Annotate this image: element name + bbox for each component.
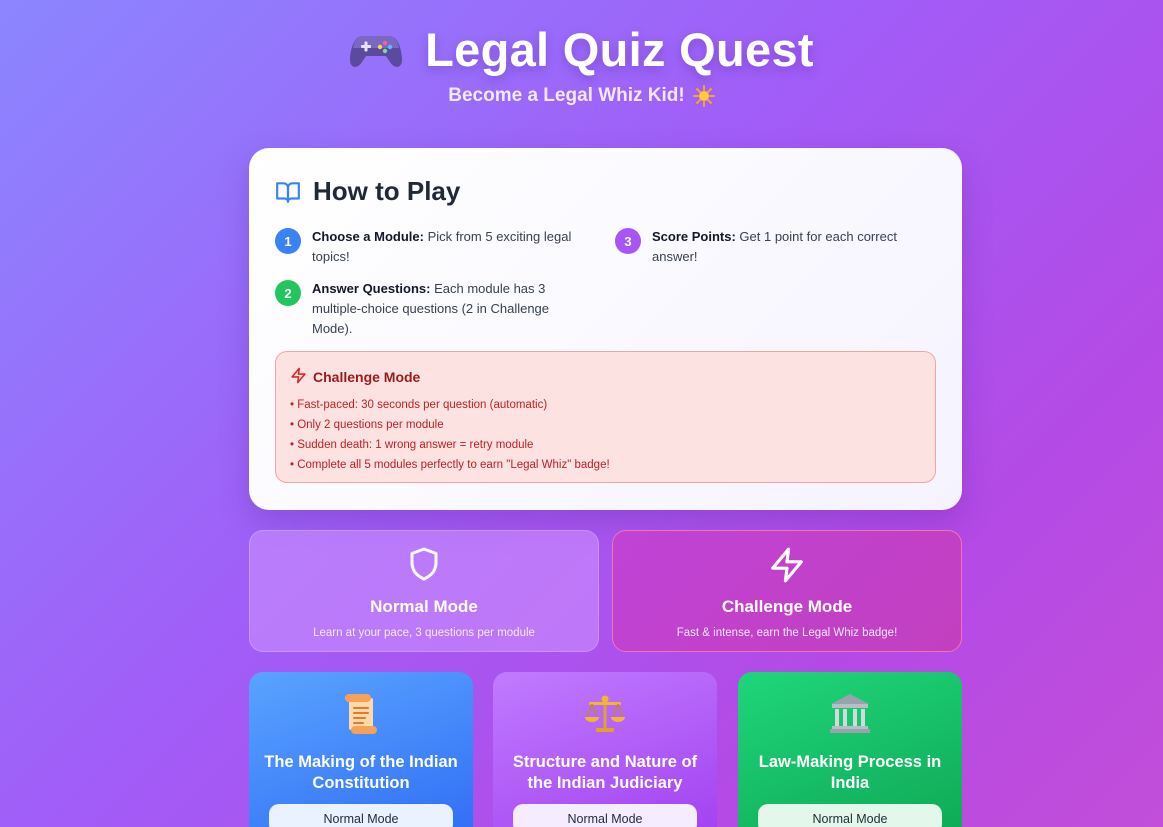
challenge-rule: • Complete all 5 modules perfectly to ea… bbox=[290, 459, 610, 471]
step-text: Answer Questions: Each module has 3 mult… bbox=[312, 279, 572, 339]
challenge-mode-info: Challenge Mode • Fast-paced: 30 seconds … bbox=[275, 351, 936, 483]
game-controller-icon bbox=[349, 28, 403, 72]
how-to-play-title: How to Play bbox=[313, 176, 461, 206]
step-label: Score Points: bbox=[652, 229, 736, 244]
step-number-badge: 1 bbox=[275, 228, 301, 254]
module-title: Structure and Nature of the Indian Judic… bbox=[512, 753, 698, 792]
lightning-icon bbox=[290, 367, 307, 387]
app-subtitle: Become a Legal Whiz Kid! bbox=[0, 85, 1163, 107]
module-mode-badge: Normal Mode bbox=[758, 804, 942, 827]
challenge-info-heading: Challenge Mode bbox=[290, 367, 921, 387]
step-label: Choose a Module: bbox=[312, 229, 424, 244]
step-answer-questions: 2 Answer Questions: Each module has 3 mu… bbox=[275, 279, 575, 339]
how-to-play-heading: How to Play bbox=[275, 176, 936, 207]
how-to-play-card: How to Play 1 Choose a Module: Pick from… bbox=[249, 148, 962, 510]
module-mode-badge: Normal Mode bbox=[269, 804, 453, 827]
step-number-badge: 3 bbox=[615, 228, 641, 254]
module-title: Law-Making Process in India bbox=[758, 753, 942, 792]
module-card-constitution[interactable]: The Making of the Indian Constitution No… bbox=[249, 672, 473, 827]
challenge-info-title: Challenge Mode bbox=[313, 369, 421, 385]
challenge-mode-description: Fast & intense, earn the Legal Whiz badg… bbox=[676, 627, 898, 639]
module-title: The Making of the Indian Constitution bbox=[264, 753, 458, 792]
challenge-mode-title: Challenge Mode bbox=[721, 597, 853, 616]
module-card-law-making[interactable]: Law-Making Process in India Normal Mode bbox=[738, 672, 962, 827]
step-score-points: 3 Score Points: Get 1 point for each cor… bbox=[615, 227, 915, 267]
shield-icon bbox=[250, 545, 598, 583]
normal-mode-title: Normal Mode bbox=[370, 597, 478, 616]
step-number-badge: 2 bbox=[275, 280, 301, 306]
challenge-mode-button[interactable]: Challenge Mode Fast & intense, earn the … bbox=[612, 530, 962, 652]
step-text: Choose a Module: Pick from 5 exciting le… bbox=[312, 227, 575, 267]
step-choose-module: 1 Choose a Module: Pick from 5 exciting … bbox=[275, 227, 575, 267]
normal-mode-description: Learn at your pace, 3 questions per modu… bbox=[313, 627, 535, 639]
lightning-icon bbox=[613, 545, 961, 583]
challenge-rule: • Fast-paced: 30 seconds per question (a… bbox=[290, 399, 548, 411]
open-book-icon bbox=[275, 179, 301, 205]
subtitle-text: Become a Legal Whiz Kid! bbox=[448, 85, 685, 106]
classical-building-icon bbox=[738, 692, 962, 736]
step-label: Answer Questions: bbox=[312, 281, 431, 296]
sparkle-sun-icon bbox=[692, 85, 715, 107]
module-card-judiciary[interactable]: Structure and Nature of the Indian Judic… bbox=[493, 672, 717, 827]
module-mode-badge: Normal Mode bbox=[513, 804, 697, 827]
header: Legal Quiz Quest Become a Legal Whiz Kid… bbox=[0, 0, 1163, 107]
steps-list: 1 Choose a Module: Pick from 5 exciting … bbox=[275, 227, 936, 347]
scroll-icon bbox=[249, 692, 473, 736]
challenge-rules-list: • Fast-paced: 30 seconds per question (a… bbox=[290, 395, 921, 475]
step-text: Score Points: Get 1 point for each corre… bbox=[652, 227, 915, 267]
normal-mode-button[interactable]: Normal Mode Learn at your pace, 3 questi… bbox=[249, 530, 599, 652]
challenge-rule: • Only 2 questions per module bbox=[290, 419, 444, 431]
balance-scale-icon bbox=[493, 692, 717, 736]
challenge-rule: • Sudden death: 1 wrong answer = retry m… bbox=[290, 439, 534, 451]
app-title: Legal Quiz Quest bbox=[425, 23, 814, 76]
